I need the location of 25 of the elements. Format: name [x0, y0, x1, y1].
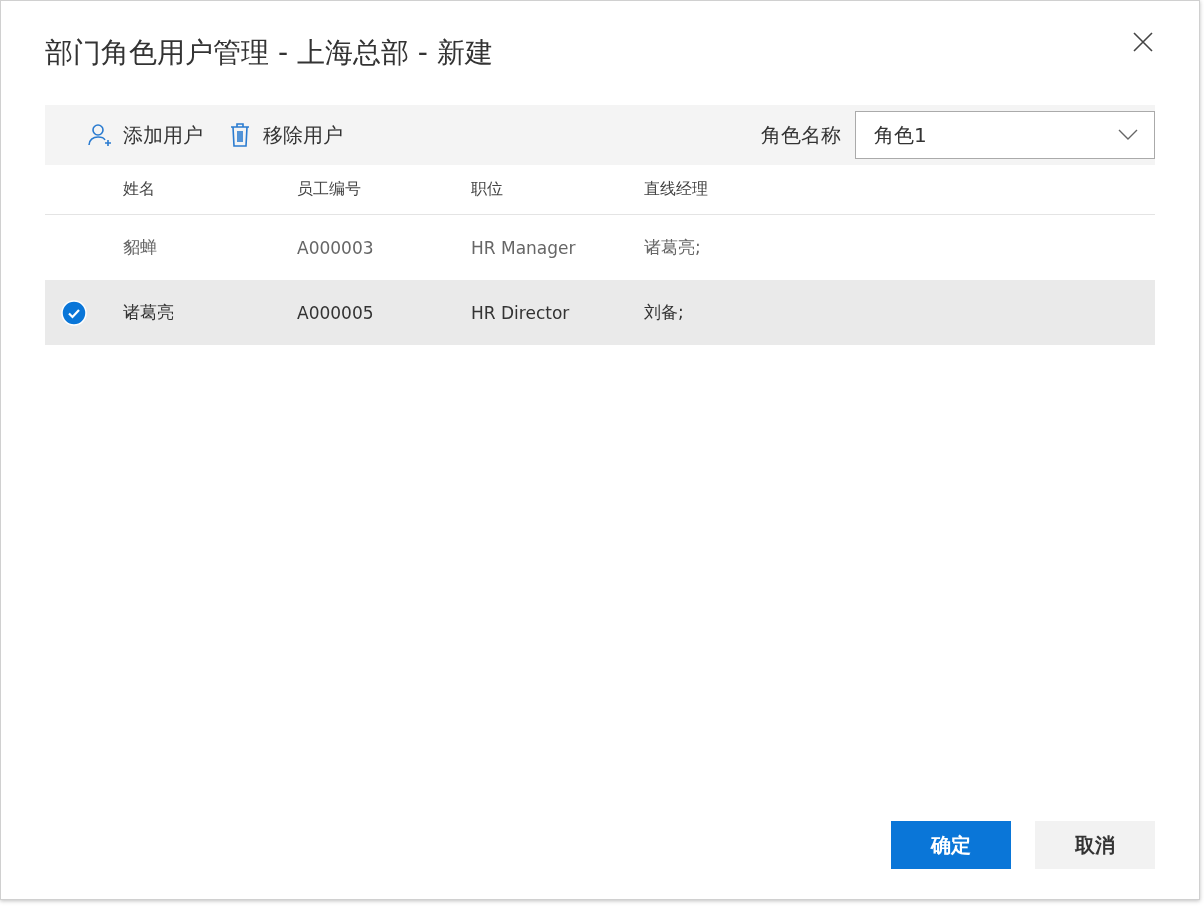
dialog-title: 部门角色用户管理 - 上海总部 - 新建 — [45, 35, 493, 71]
table-row[interactable]: 貂蝉 A000003 HR Manager 诸葛亮; — [45, 215, 1155, 280]
column-header: 姓名 — [123, 179, 155, 200]
column-header: 员工编号 — [297, 179, 361, 200]
table-cell: HR Director — [471, 302, 570, 323]
remove-user-button[interactable]: 移除用户 — [227, 121, 343, 149]
table-cell: A000003 — [297, 237, 374, 258]
table-cell: 诸葛亮; — [644, 236, 701, 259]
table-cell: 貂蝉 — [123, 236, 157, 259]
confirm-button[interactable]: 确定 — [891, 821, 1011, 869]
chevron-down-icon — [1118, 129, 1138, 141]
table-row[interactable]: 诸葛亮 A000005 HR Director 刘备; — [45, 280, 1155, 345]
check-circle-icon — [61, 299, 87, 326]
table-cell: A000005 — [297, 302, 374, 323]
add-user-button[interactable]: 添加用户 — [87, 121, 203, 149]
close-icon — [1133, 32, 1153, 52]
table-cell: HR Manager — [471, 237, 576, 258]
table-cell: 刘备; — [644, 301, 684, 324]
table-cell: 诸葛亮 — [123, 301, 174, 324]
role-label: 角色名称 — [761, 121, 841, 149]
column-header: 直线经理 — [644, 179, 708, 200]
add-user-icon — [87, 122, 113, 148]
role-dropdown[interactable]: 角色1 — [855, 111, 1155, 159]
cancel-button[interactable]: 取消 — [1035, 821, 1155, 869]
column-header: 职位 — [471, 179, 503, 200]
